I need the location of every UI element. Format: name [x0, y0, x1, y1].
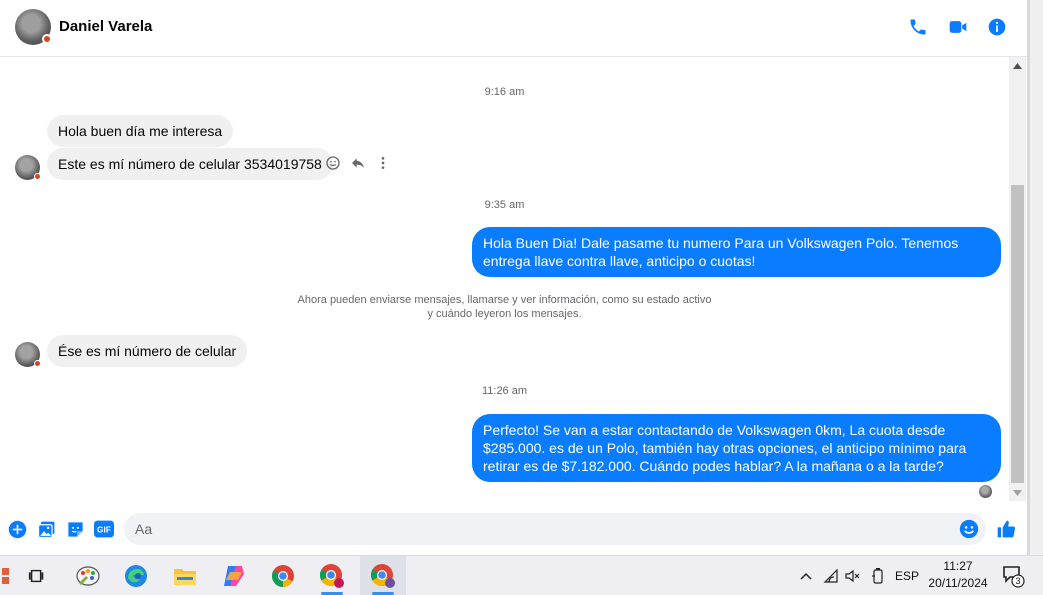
scrollbar[interactable]: [1009, 57, 1026, 501]
gif-label: GIF: [97, 524, 111, 534]
battery-icon[interactable]: [869, 556, 887, 595]
more-options-icon[interactable]: [373, 153, 393, 173]
image-icon[interactable]: [35, 518, 57, 540]
show-hidden-icons-chevron-icon[interactable]: [797, 556, 815, 595]
messenger-window: Daniel Varela 9:16 am Hola buen día me i…: [0, 0, 1027, 555]
add-icon[interactable]: [6, 518, 28, 540]
system-notice-line: Ahora pueden enviarse mensajes, llamarse…: [297, 294, 712, 306]
phone-icon[interactable]: [907, 16, 929, 38]
window-edge-line: [1027, 0, 1030, 555]
language-indicator[interactable]: ESP: [893, 556, 921, 595]
paint-app-icon[interactable]: [67, 556, 109, 595]
sender-avatar[interactable]: [15, 342, 41, 367]
message-input[interactable]: [124, 513, 986, 545]
clock-time: 11:27: [943, 559, 973, 573]
scroll-up-arrow-icon[interactable]: [1009, 57, 1026, 74]
sticker-icon[interactable]: [64, 518, 86, 540]
chrome-active-icon[interactable]: [360, 556, 406, 595]
wifi-icon[interactable]: [822, 556, 840, 595]
system-notice: Ahora pueden enviarse mensajes, llamarse…: [0, 293, 1009, 321]
timestamp: 11:26 am: [481, 385, 528, 397]
edge-browser-icon[interactable]: [115, 556, 157, 595]
status-dot: [34, 360, 41, 367]
video-camera-icon[interactable]: [947, 16, 969, 38]
chat-header: Daniel Varela: [0, 0, 1027, 57]
volume-muted-icon[interactable]: [844, 556, 862, 595]
seen-avatar: [979, 485, 992, 498]
sender-avatar[interactable]: [15, 155, 41, 180]
system-notice-line: y cuándo leyeron los mensajes.: [427, 308, 582, 320]
status-dot: [42, 34, 52, 44]
file-explorer-icon[interactable]: [164, 556, 206, 595]
windows-taskbar: ESP 11:27 20/11/2024 3: [0, 555, 1043, 595]
outgoing-message[interactable]: Hola Buen Dia! Dale pasame tu numero Par…: [472, 227, 1001, 277]
timestamp: 9:35 am: [484, 199, 525, 211]
window-edge: [1027, 0, 1043, 555]
copilot-icon[interactable]: [213, 556, 255, 595]
react-icon[interactable]: [323, 153, 343, 173]
outgoing-message[interactable]: Perfecto! Se van a estar contactando de …: [472, 414, 1001, 482]
timestamp: 9:16 am: [484, 86, 525, 98]
reply-icon[interactable]: [348, 153, 368, 173]
message-composer: GIF: [0, 505, 1027, 555]
incoming-message[interactable]: Ése es mí número de celular: [47, 335, 248, 367]
contact-avatar[interactable]: [15, 9, 52, 45]
contact-name[interactable]: Daniel Varela: [59, 18, 152, 35]
chrome-profile-icon[interactable]: [311, 556, 353, 595]
scroll-down-arrow-icon[interactable]: [1009, 484, 1026, 501]
emoji-icon[interactable]: [958, 518, 980, 540]
task-view-icon[interactable]: [16, 556, 58, 595]
incoming-message[interactable]: Este es mí número de celular 3534019758: [47, 148, 333, 180]
clock-date: 20/11/2024: [928, 576, 988, 590]
chrome-icon[interactable]: [262, 556, 304, 595]
system-clock[interactable]: 11:27 20/11/2024: [922, 558, 994, 592]
gif-icon[interactable]: GIF: [93, 518, 115, 540]
info-icon[interactable]: [986, 16, 1008, 38]
like-icon[interactable]: [995, 518, 1017, 540]
notification-count: 3: [1015, 576, 1020, 586]
scrollbar-thumb[interactable]: [1011, 185, 1024, 483]
status-dot: [34, 173, 41, 180]
incoming-message[interactable]: Hola buen día me interesa: [47, 115, 234, 147]
notifications-icon[interactable]: 3: [998, 556, 1028, 595]
